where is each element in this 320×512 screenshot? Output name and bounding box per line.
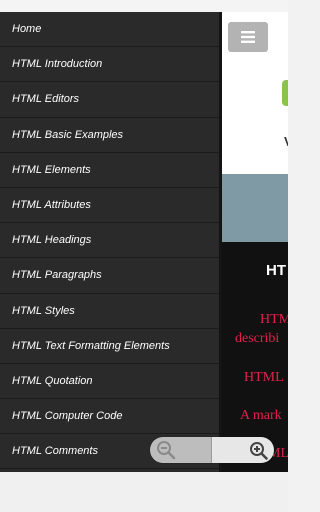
drawer-item-label: HTML Text Formatting Elements [12,339,170,352]
content-pane: V HT HTM describi HTML A mark ML [222,12,288,472]
zoom-out-button[interactable] [150,437,211,463]
drawer-item-label: HTML Comments [12,445,98,458]
drawer-item-label: HTML Quotation [12,374,93,387]
zoom-in-button[interactable] [211,437,274,463]
bottom-bar [0,472,288,512]
menu-button[interactable] [228,22,268,52]
content-line[interactable]: HTM [260,312,288,328]
drawer-item-label: HTML Introduction [12,58,103,71]
drawer-item-html-elements[interactable]: HTML Elements [0,153,220,188]
logo [282,80,288,106]
drawer-item-html-styles[interactable]: HTML Styles [0,294,220,329]
zoom-in-icon [250,442,268,460]
content-header: V [222,12,288,174]
drawer-item-home[interactable]: Home [0,12,220,48]
drawer-item-html-computer-code[interactable]: HTML Computer Code [0,399,220,435]
drawer-item-html-headings[interactable]: HTML Headings [0,223,220,259]
drawer-shadow [219,12,222,472]
drawer-item-label: Home [12,23,42,36]
drawer-item-label: HTML Elements [12,163,91,176]
content-line[interactable]: describi [235,331,279,347]
drawer-item-label: HTML Styles [12,304,75,317]
banner-image [222,174,288,242]
drawer-item-label: HTML Computer Code [12,410,123,423]
drawer-item-label: HTML Editors [12,93,80,106]
drawer-item-html-quotation[interactable]: HTML Quotation [0,364,220,400]
header-text: V [284,134,288,149]
status-strip [0,0,288,12]
drawer-item-html-introduction[interactable]: HTML Introduction [0,47,220,83]
hamburger-icon [241,31,255,43]
section-title: HT [266,262,286,279]
content-line[interactable]: HTML [244,370,284,386]
drawer-item-html-attributes[interactable]: HTML Attributes [0,188,220,224]
drawer-item-label: HTML Paragraphs [12,269,102,282]
zoom-out-icon [157,441,176,460]
drawer-item-label: HTML Attributes [12,199,91,212]
zoom-control [150,437,274,463]
drawer-item-html-text-formatting[interactable]: HTML Text Formatting Elements [0,329,220,364]
content-line[interactable]: A mark [240,408,282,424]
drawer-item-label: HTML Headings [12,234,92,247]
drawer-item-html-editors[interactable]: HTML Editors [0,82,220,118]
navigation-drawer: Home HTML Introduction HTML Editors HTML… [0,12,220,472]
drawer-item-html-basic-examples[interactable]: HTML Basic Examples [0,118,220,153]
drawer-item-label: HTML Basic Examples [12,128,124,141]
drawer-item-html-paragraphs[interactable]: HTML Paragraphs [0,258,220,294]
